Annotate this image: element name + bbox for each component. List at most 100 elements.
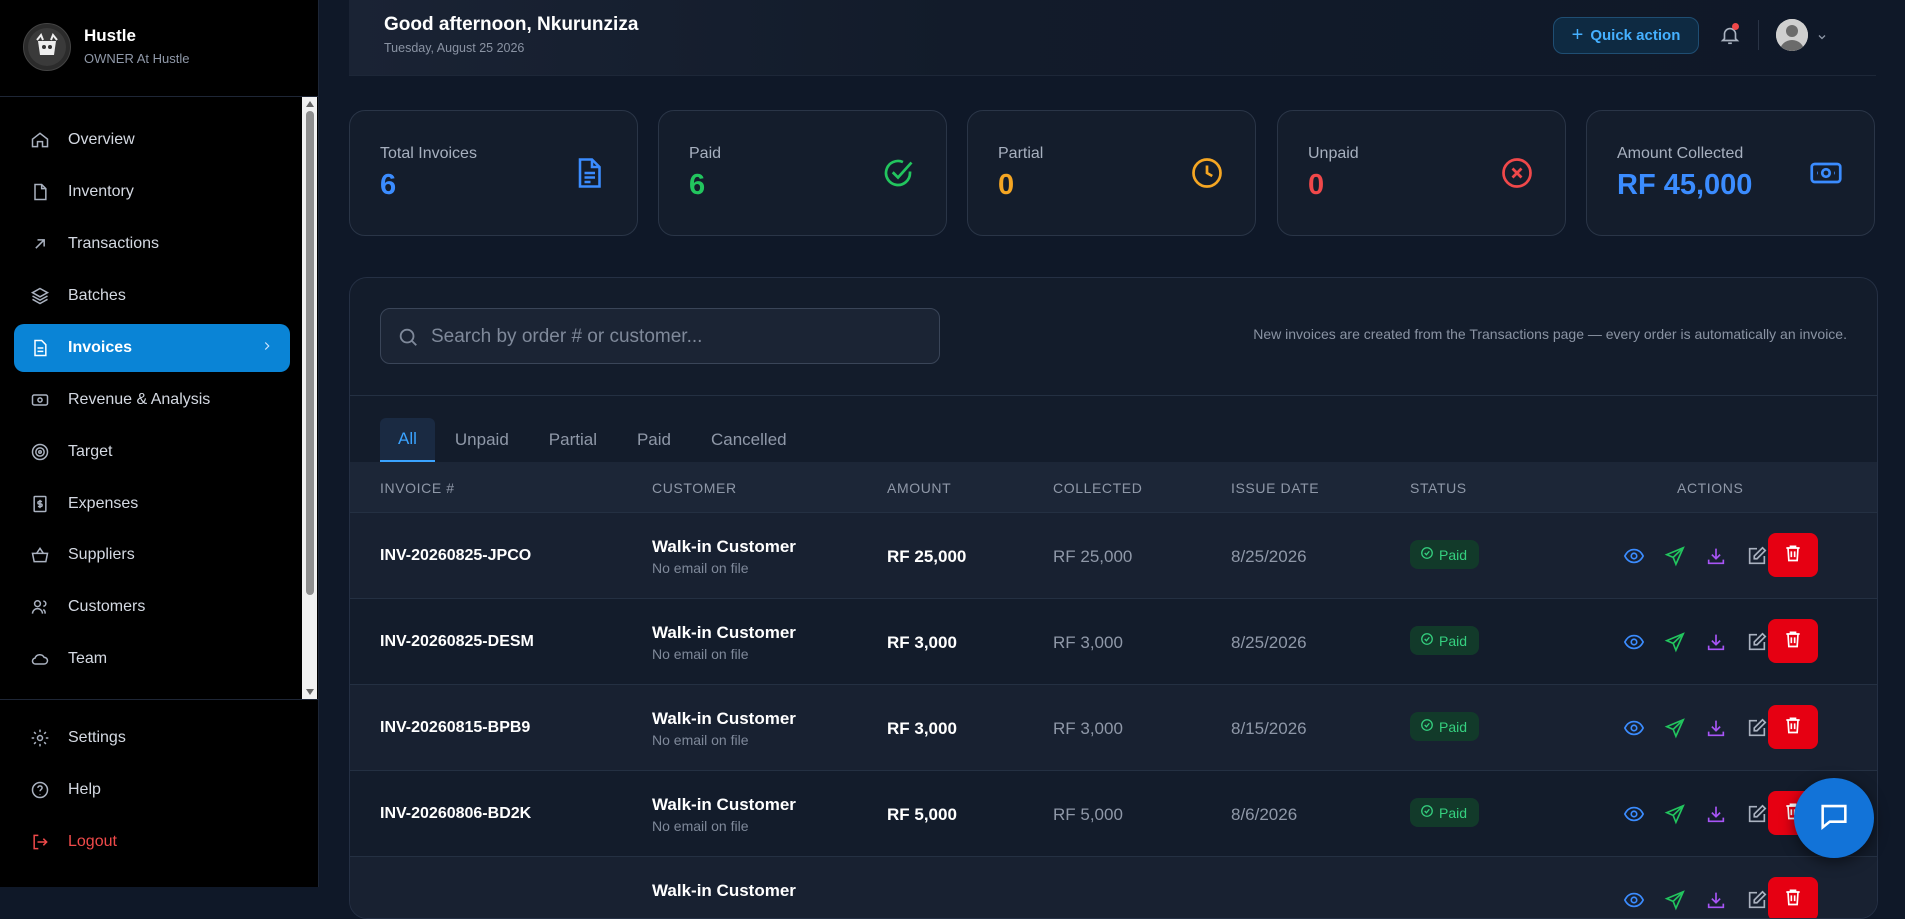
send-icon[interactable] [1661, 800, 1689, 828]
sidebar-item-help[interactable]: Help [14, 766, 290, 814]
issue-date: 8/15/2026 [1231, 719, 1307, 738]
view-icon[interactable] [1620, 628, 1648, 656]
view-icon[interactable] [1620, 800, 1648, 828]
chat-button[interactable] [1794, 778, 1874, 858]
download-icon[interactable] [1702, 542, 1730, 570]
issue-date: 8/6/2026 [1231, 805, 1298, 824]
sidebar-item-team[interactable]: Team [14, 635, 290, 683]
scroll-up-arrow[interactable] [306, 101, 314, 107]
delete-button[interactable] [1768, 705, 1818, 749]
sidebar-item-target[interactable]: Target [14, 428, 290, 476]
cloud-icon [30, 649, 50, 669]
edit-icon[interactable] [1743, 714, 1771, 742]
status-tabs: All Unpaid Partial Paid Cancelled [380, 418, 807, 462]
search-input[interactable] [429, 309, 923, 365]
view-icon[interactable] [1620, 714, 1648, 742]
brand-role: OWNER At Hustle [84, 51, 190, 66]
download-icon[interactable] [1702, 628, 1730, 656]
sidebar-item-overview[interactable]: Overview [14, 116, 290, 164]
trash-icon [1783, 715, 1803, 740]
download-icon[interactable] [1702, 800, 1730, 828]
send-icon[interactable] [1661, 628, 1689, 656]
invoice-number[interactable]: INV-20260815-BPB9 [380, 719, 530, 737]
status-label: Paid [1439, 546, 1468, 563]
sidebar-item-settings[interactable]: Settings [14, 714, 290, 762]
table-row[interactable]: INV-20260815-BPB9 Walk-in Customer No emai… [350, 684, 1877, 771]
stat-value: 0 [998, 169, 1015, 201]
column-header-status[interactable]: STATUS [1410, 480, 1467, 496]
sidebar-item-suppliers[interactable]: Suppliers [14, 531, 290, 579]
sidebar-item-label: Help [68, 781, 101, 798]
sidebar-item-batches[interactable]: Batches [14, 272, 290, 320]
edit-icon[interactable] [1743, 542, 1771, 570]
scroll-thumb[interactable] [306, 111, 314, 595]
invoice-amount: RF 5,000 [887, 805, 957, 824]
column-header-issue-date[interactable]: ISSUE DATE [1231, 480, 1319, 496]
send-icon[interactable] [1661, 714, 1689, 742]
tab-partial[interactable]: Partial [529, 418, 617, 462]
sidebar-item-label: Logout [68, 833, 117, 850]
check-circle-icon [880, 155, 916, 191]
download-icon[interactable] [1702, 714, 1730, 742]
sidebar-item-inventory[interactable]: Inventory [14, 168, 290, 216]
tab-unpaid[interactable]: Unpaid [435, 418, 529, 462]
customer-email: No email on file [652, 646, 749, 662]
edit-icon[interactable] [1743, 628, 1771, 656]
sidebar-item-customers[interactable]: Customers [14, 583, 290, 631]
check-circle-icon [1420, 804, 1439, 821]
tab-paid[interactable]: Paid [617, 418, 691, 462]
sidebar-item-transactions[interactable]: Transactions [14, 220, 290, 268]
invoice-number[interactable]: INV-20260806-BD2K [380, 805, 531, 823]
sidebar-item-label: Inventory [68, 183, 134, 200]
sidebar-item-label: Suppliers [68, 546, 135, 563]
column-header-customer[interactable]: CUSTOMER [652, 480, 737, 496]
brand-logo[interactable] [23, 23, 71, 71]
table-row[interactable]: INV-20260825-DESM Walk-in Customer No emai… [350, 598, 1877, 685]
sidebar-item-expenses[interactable]: Expenses [14, 480, 290, 528]
send-icon[interactable] [1661, 886, 1689, 914]
column-header-amount[interactable]: AMOUNT [887, 480, 951, 496]
column-header-invoice[interactable]: INVOICE # [380, 480, 455, 496]
quick-action-button[interactable]: + Quick action [1553, 17, 1699, 54]
column-header-collected[interactable]: COLLECTED [1053, 480, 1142, 496]
table-row[interactable]: Walk-in Customer [350, 856, 1877, 918]
check-circle-icon [1420, 718, 1439, 735]
table-row[interactable]: INV-20260825-JPCO Walk-in Customer No emai… [350, 512, 1877, 599]
status-label: Paid [1439, 718, 1468, 735]
status-badge: Paid [1410, 540, 1480, 569]
search-icon [397, 326, 419, 353]
delete-button[interactable] [1768, 533, 1818, 577]
view-icon[interactable] [1620, 542, 1648, 570]
sidebar-item-logout[interactable]: Logout [14, 818, 290, 866]
brand-name: Hustle [84, 26, 136, 45]
send-icon[interactable] [1661, 542, 1689, 570]
sidebar-item-label: Customers [68, 598, 146, 615]
avatar[interactable] [1776, 19, 1808, 51]
delete-button[interactable] [1768, 619, 1818, 663]
sidebar-item-invoices[interactable]: Invoices [14, 324, 290, 372]
invoice-number[interactable]: INV-20260825-DESM [380, 633, 534, 651]
table-row[interactable]: INV-20260806-BD2K Walk-in Customer No emai… [350, 770, 1877, 857]
tab-all[interactable]: All [380, 418, 435, 462]
tab-cancelled[interactable]: Cancelled [691, 418, 807, 462]
target-icon [30, 442, 50, 462]
sidebar-item-label: Revenue & Analysis [68, 391, 211, 408]
stat-label: Partial [998, 145, 1044, 162]
check-circle-icon [1420, 632, 1439, 649]
view-icon[interactable] [1620, 886, 1648, 914]
edit-icon[interactable] [1743, 800, 1771, 828]
collected-amount: RF 5,000 [1053, 805, 1123, 824]
edit-icon[interactable] [1743, 886, 1771, 914]
download-icon[interactable] [1702, 886, 1730, 914]
notification-dot [1732, 23, 1739, 30]
stat-value: 6 [380, 169, 397, 201]
status-label: Paid [1439, 804, 1468, 821]
delete-button[interactable] [1768, 877, 1818, 918]
sidebar-scrollbar[interactable] [302, 97, 317, 699]
status-badge: Paid [1410, 626, 1480, 655]
chevron-down-icon[interactable] [1816, 30, 1828, 48]
invoice-number[interactable]: INV-20260825-JPCO [380, 547, 531, 565]
users-icon [30, 597, 50, 617]
sidebar-item-revenue[interactable]: Revenue & Analysis [14, 376, 290, 424]
scroll-down-arrow[interactable] [306, 689, 314, 695]
